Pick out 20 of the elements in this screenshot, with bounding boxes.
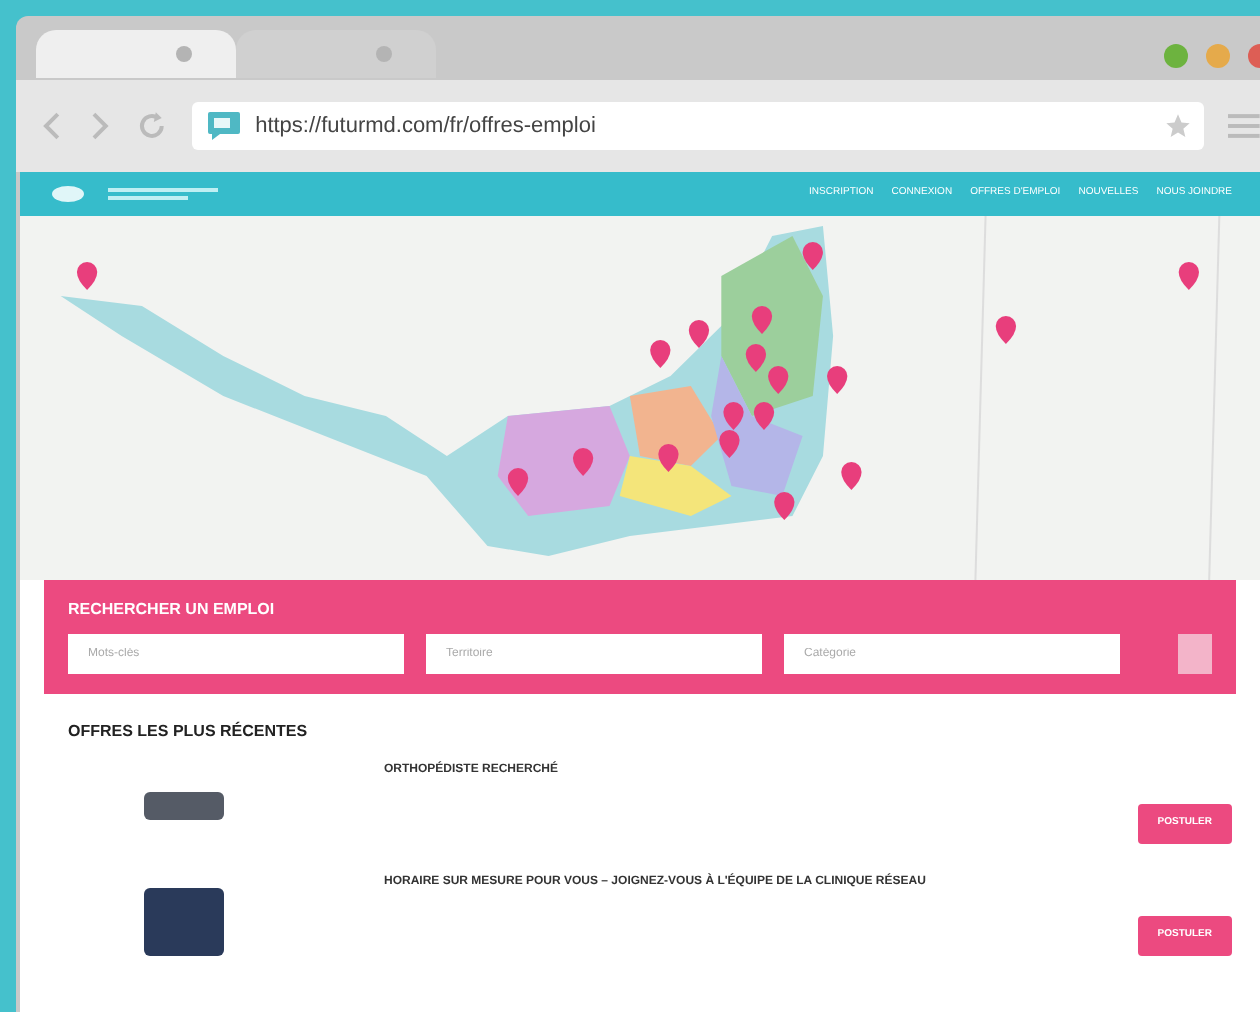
menu-icon[interactable] (1228, 112, 1260, 140)
star-icon[interactable] (1164, 112, 1193, 140)
company-logo (144, 792, 224, 820)
search-button[interactable] (1178, 634, 1212, 674)
back-icon[interactable] (40, 110, 64, 142)
section-title: OFFRES LES PLUS RÉCENTES (68, 720, 310, 744)
browser-tab[interactable] (36, 30, 236, 78)
tab-close-icon[interactable] (376, 46, 392, 62)
reload-icon[interactable] (135, 110, 168, 142)
maximize-button[interactable] (1164, 44, 1188, 68)
forward-icon[interactable] (87, 110, 112, 142)
address-bar[interactable]: https://futurmd.com/fr/offres-emploi (191, 102, 1205, 150)
browser-tab[interactable] (236, 30, 436, 78)
map-drawing[interactable] (20, 216, 1260, 580)
tab-close-icon[interactable] (176, 46, 192, 62)
site-favicon-icon (203, 110, 244, 142)
url-text: https://futurmd.com/fr/offres-emploi (255, 111, 598, 142)
minimize-button[interactable] (1206, 44, 1230, 68)
company-logo (144, 888, 224, 956)
search-title: RECHERCHER UN EMPLOI (68, 598, 277, 622)
